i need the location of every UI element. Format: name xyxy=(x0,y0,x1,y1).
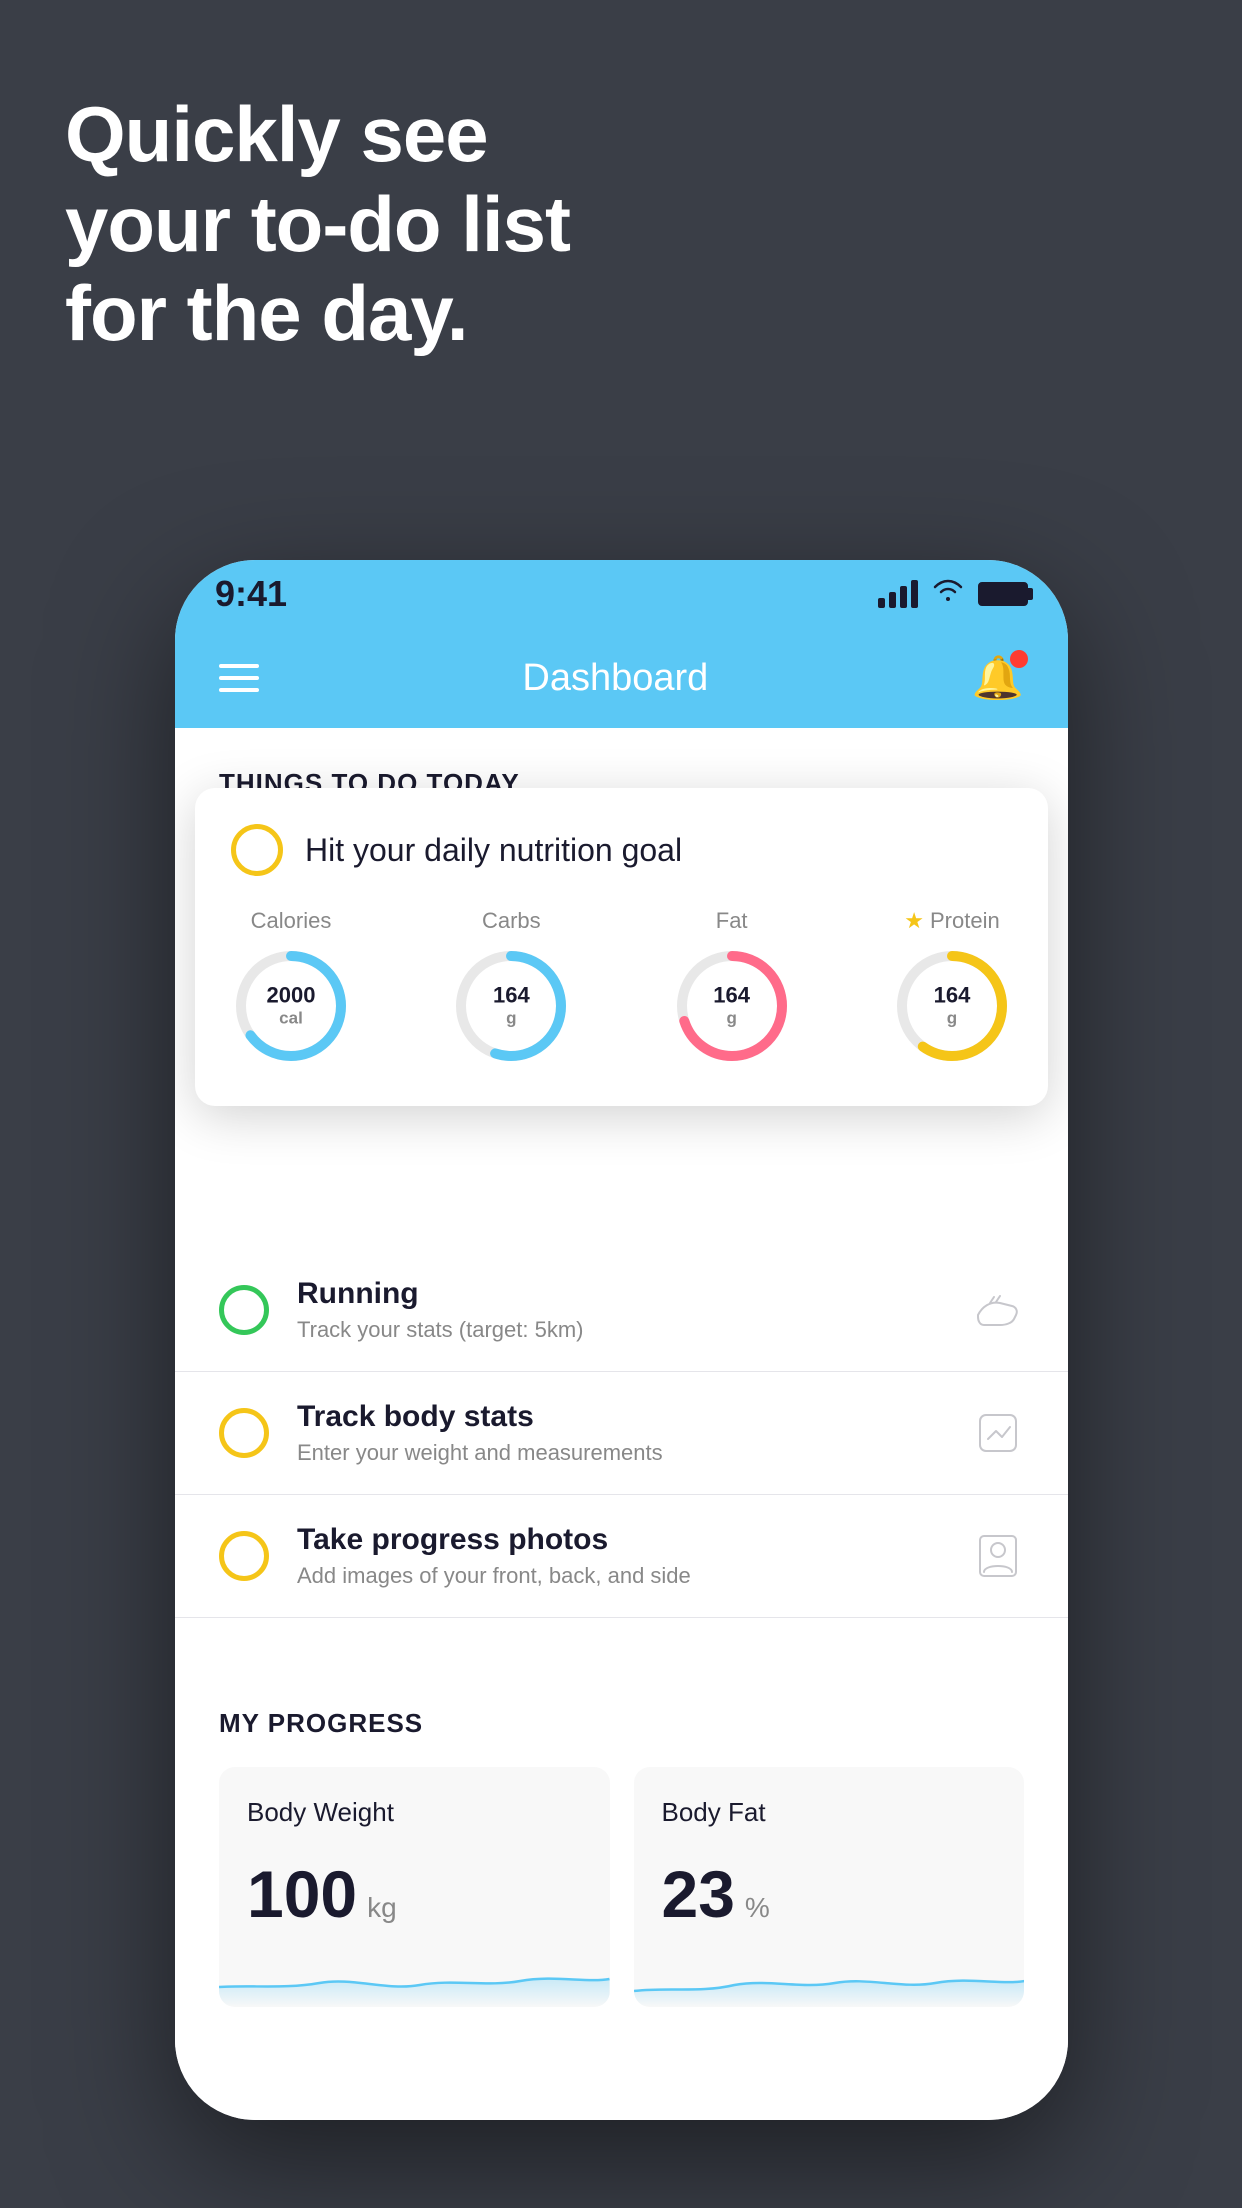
headline-line3: for the day. xyxy=(65,269,570,359)
content-area: THINGS TO DO TODAY Hit your daily nutrit… xyxy=(175,728,1068,2120)
todo-title-body-stats: Track body stats xyxy=(297,1400,944,1434)
todo-text-running: Running Track your stats (target: 5km) xyxy=(297,1277,944,1343)
headline-line2: your to-do list xyxy=(65,180,570,270)
todo-subtitle-photos: Add images of your front, back, and side xyxy=(297,1563,944,1589)
body-fat-title: Body Fat xyxy=(662,1797,997,1828)
phone-shell: 9:41 Dashboard xyxy=(175,560,1068,2120)
todo-check-photos xyxy=(219,1531,269,1581)
nutrition-protein: ★ Protein 164 g xyxy=(892,908,1012,1066)
body-weight-number: 100 xyxy=(247,1856,357,1932)
progress-cards: Body Weight 100 kg xyxy=(219,1767,1024,2007)
progress-title: MY PROGRESS xyxy=(219,1708,1024,1739)
nutrition-card[interactable]: Hit your daily nutrition goal Calories xyxy=(195,788,1048,1106)
todo-check-running xyxy=(219,1285,269,1335)
calories-label: Calories xyxy=(251,908,332,934)
protein-ring: 164 g xyxy=(892,946,1012,1066)
todo-text-body-stats: Track body stats Enter your weight and m… xyxy=(297,1400,944,1466)
protein-star-icon: ★ xyxy=(904,908,924,934)
nutrition-carbs: Carbs 164 g xyxy=(451,908,571,1066)
body-weight-chart xyxy=(219,1947,610,2007)
nutrition-check-circle xyxy=(231,824,283,876)
body-weight-unit: kg xyxy=(367,1892,397,1924)
shoe-icon xyxy=(972,1284,1024,1336)
todo-item-body-stats[interactable]: Track body stats Enter your weight and m… xyxy=(175,1372,1068,1495)
menu-button[interactable] xyxy=(219,664,259,692)
body-fat-number: 23 xyxy=(662,1856,735,1932)
carbs-label: Carbs xyxy=(482,908,541,934)
signal-icon xyxy=(878,580,918,608)
body-fat-unit: % xyxy=(745,1892,770,1924)
nutrition-card-title-row: Hit your daily nutrition goal xyxy=(231,824,1012,876)
fat-ring: 164 g xyxy=(672,946,792,1066)
todo-item-photos[interactable]: Take progress photos Add images of your … xyxy=(175,1495,1068,1618)
body-weight-title: Body Weight xyxy=(247,1797,582,1828)
headline: Quickly see your to-do list for the day. xyxy=(65,90,570,359)
headline-line1: Quickly see xyxy=(65,90,570,180)
body-fat-value: 23 % xyxy=(662,1856,997,1932)
status-time: 9:41 xyxy=(215,573,287,615)
progress-section: MY PROGRESS Body Weight 100 kg xyxy=(175,1658,1068,2047)
body-weight-value: 100 kg xyxy=(247,1856,582,1932)
app-header: Dashboard 🔔 xyxy=(175,628,1068,728)
wifi-icon xyxy=(932,578,964,610)
body-fat-card[interactable]: Body Fat 23 % xyxy=(634,1767,1025,2007)
status-icons xyxy=(878,578,1028,610)
notification-badge xyxy=(1010,650,1028,668)
battery-icon xyxy=(978,582,1028,606)
carbs-ring: 164 g xyxy=(451,946,571,1066)
header-title: Dashboard xyxy=(522,657,708,700)
nutrition-calories: Calories 2000 cal xyxy=(231,908,351,1066)
body-fat-chart xyxy=(634,1947,1025,2007)
status-bar: 9:41 xyxy=(175,560,1068,628)
todo-text-photos: Take progress photos Add images of your … xyxy=(297,1523,944,1589)
notifications-button[interactable]: 🔔 xyxy=(972,654,1024,703)
todo-item-running[interactable]: Running Track your stats (target: 5km) xyxy=(175,1249,1068,1372)
nutrition-fat: Fat 164 g xyxy=(672,908,792,1066)
calories-ring: 2000 cal xyxy=(231,946,351,1066)
todo-subtitle-running: Track your stats (target: 5km) xyxy=(297,1317,944,1343)
todo-title-photos: Take progress photos xyxy=(297,1523,944,1557)
person-icon xyxy=(972,1530,1024,1582)
todo-title-running: Running xyxy=(297,1277,944,1311)
todo-subtitle-body-stats: Enter your weight and measurements xyxy=(297,1440,944,1466)
todo-list: Running Track your stats (target: 5km) T… xyxy=(175,1249,1068,1618)
nutrition-card-title: Hit your daily nutrition goal xyxy=(305,832,682,869)
nutrition-circles: Calories 2000 cal xyxy=(231,908,1012,1066)
protein-label: ★ Protein xyxy=(904,908,999,934)
todo-check-body-stats xyxy=(219,1408,269,1458)
body-weight-card[interactable]: Body Weight 100 kg xyxy=(219,1767,610,2007)
fat-label: Fat xyxy=(716,908,748,934)
scale-icon xyxy=(972,1407,1024,1459)
